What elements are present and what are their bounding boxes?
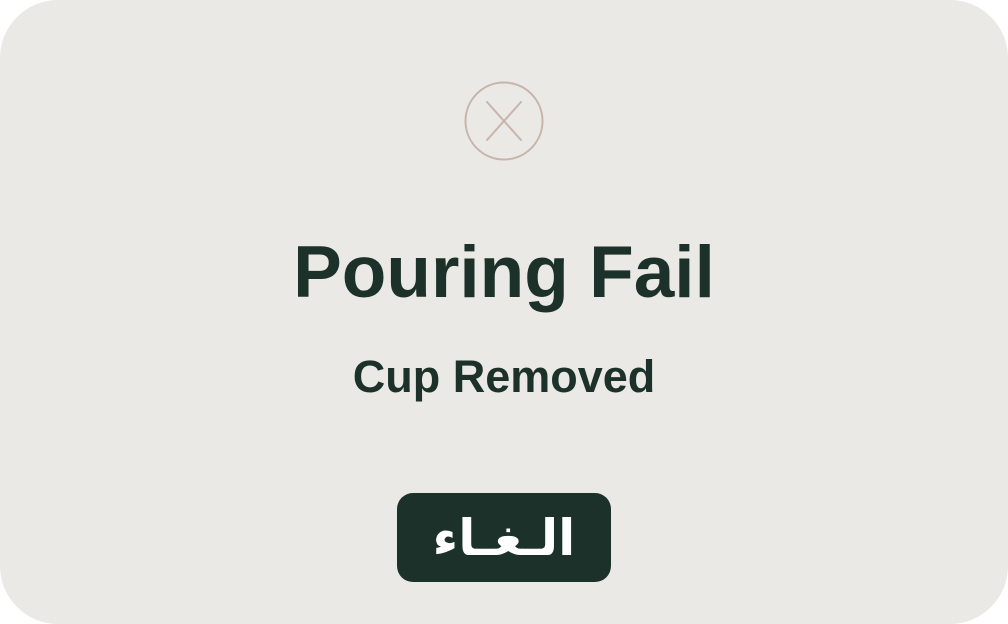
cancel-button-label: الـغـاء — [432, 508, 576, 567]
dialog-subtitle: Cup Removed — [352, 351, 656, 402]
dialog-title: Pouring Fail — [293, 232, 715, 313]
close-circle-icon — [464, 81, 544, 161]
cancel-button[interactable]: الـغـاء — [397, 493, 611, 582]
error-dialog: Pouring Fail Cup Removed الـغـاء — [0, 0, 1008, 624]
